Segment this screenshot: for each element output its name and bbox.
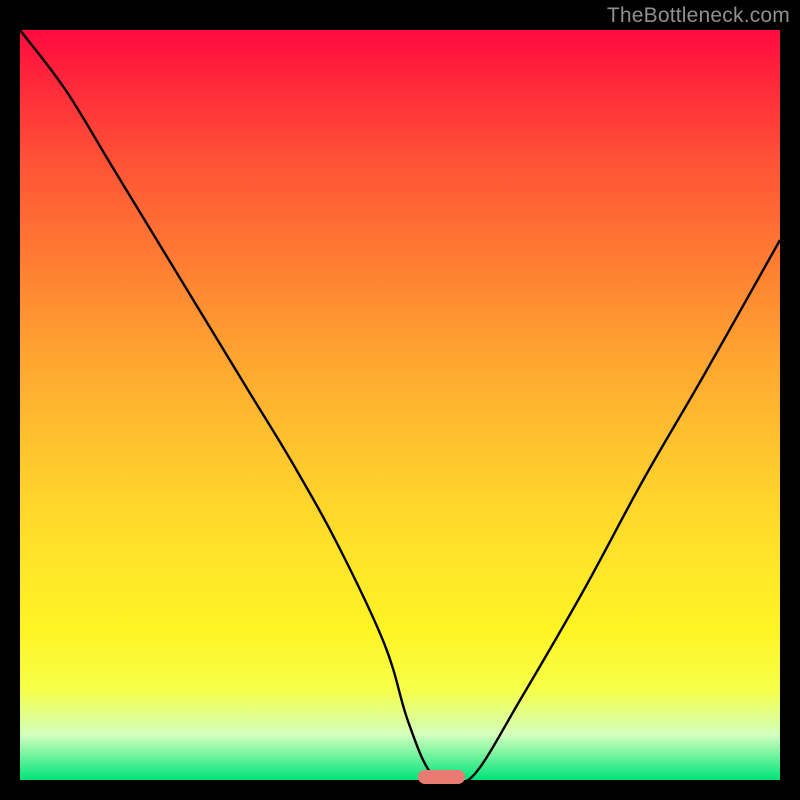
bottleneck-curve <box>20 30 780 780</box>
attribution-text: TheBottleneck.com <box>607 4 790 28</box>
chart-frame: TheBottleneck.com <box>0 0 800 800</box>
optimal-marker <box>418 770 465 784</box>
curve-path <box>20 30 780 780</box>
plot-area <box>20 30 780 780</box>
